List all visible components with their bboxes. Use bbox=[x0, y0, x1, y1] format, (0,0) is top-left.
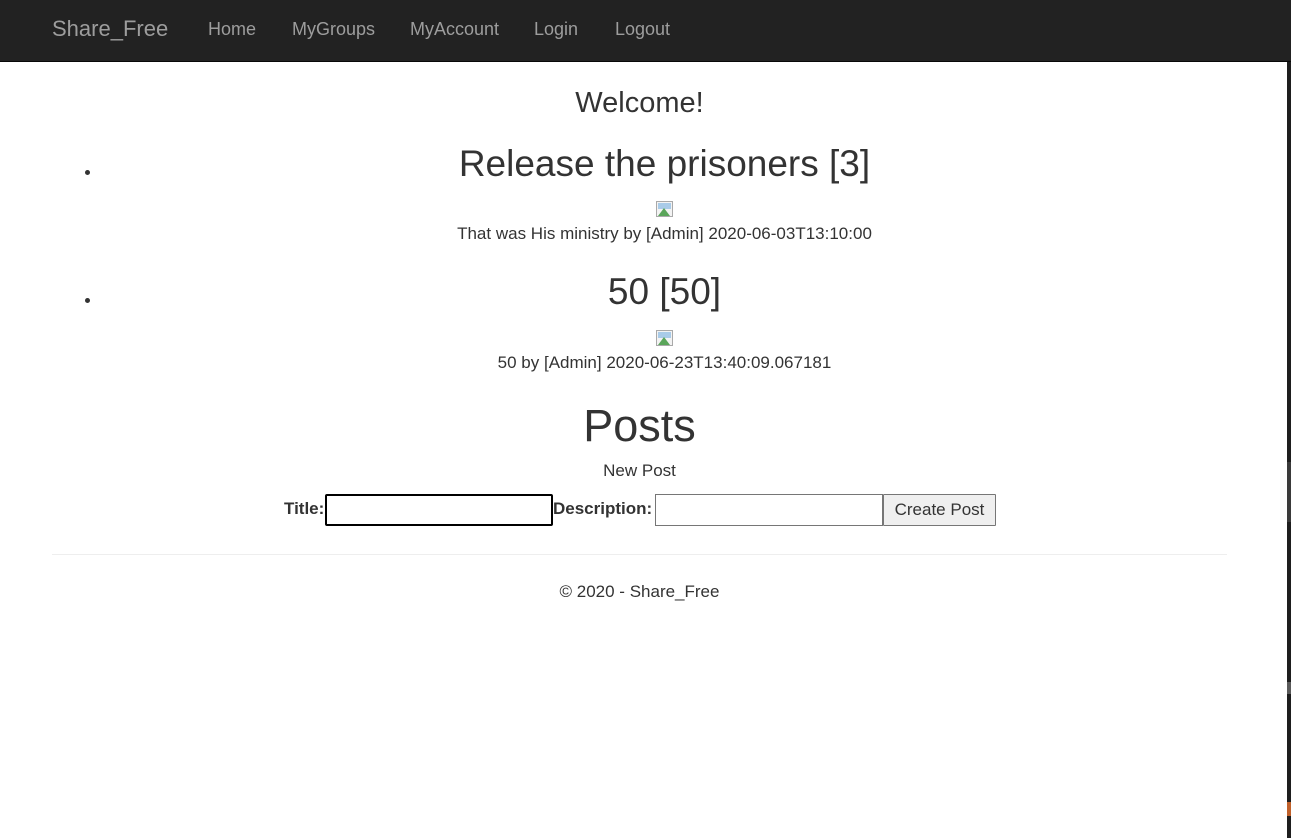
footer-divider bbox=[52, 554, 1227, 555]
nav-link-login[interactable]: Login bbox=[534, 19, 578, 39]
broken-image-icon bbox=[655, 200, 675, 220]
nav-link-mygroups[interactable]: MyGroups bbox=[292, 19, 375, 39]
list-bullet bbox=[85, 298, 90, 303]
title-label: Title: bbox=[284, 499, 325, 518]
footer-text: © 2020 - Share_Free bbox=[559, 582, 720, 601]
top-navbar: Share_Free Home MyGroups MyAccount Login… bbox=[0, 0, 1291, 62]
title-input[interactable] bbox=[325, 494, 553, 526]
description-label: Description: bbox=[553, 499, 653, 518]
post-title: 50 [50] bbox=[607, 271, 722, 312]
post-meta: That was His ministry by [Admin] 2020-06… bbox=[457, 224, 872, 243]
create-post-button[interactable]: Create Post bbox=[883, 494, 996, 526]
brand-link[interactable]: Share_Free bbox=[52, 15, 168, 43]
nav-link-logout[interactable]: Logout bbox=[615, 19, 670, 39]
post-title: Release the prisoners [3] bbox=[458, 143, 871, 184]
description-input[interactable] bbox=[655, 494, 883, 526]
new-post-label: New Post bbox=[603, 461, 676, 480]
posts-heading: Posts bbox=[583, 400, 696, 451]
nav-link-myaccount[interactable]: MyAccount bbox=[410, 19, 499, 39]
broken-image-icon bbox=[655, 329, 675, 349]
post-meta: 50 by [Admin] 2020-06-23T13:40:09.067181 bbox=[497, 353, 832, 372]
window-edge bbox=[1287, 62, 1291, 838]
list-bullet bbox=[85, 170, 90, 175]
nav-link-home[interactable]: Home bbox=[208, 19, 256, 39]
welcome-heading: Welcome! bbox=[575, 87, 704, 119]
